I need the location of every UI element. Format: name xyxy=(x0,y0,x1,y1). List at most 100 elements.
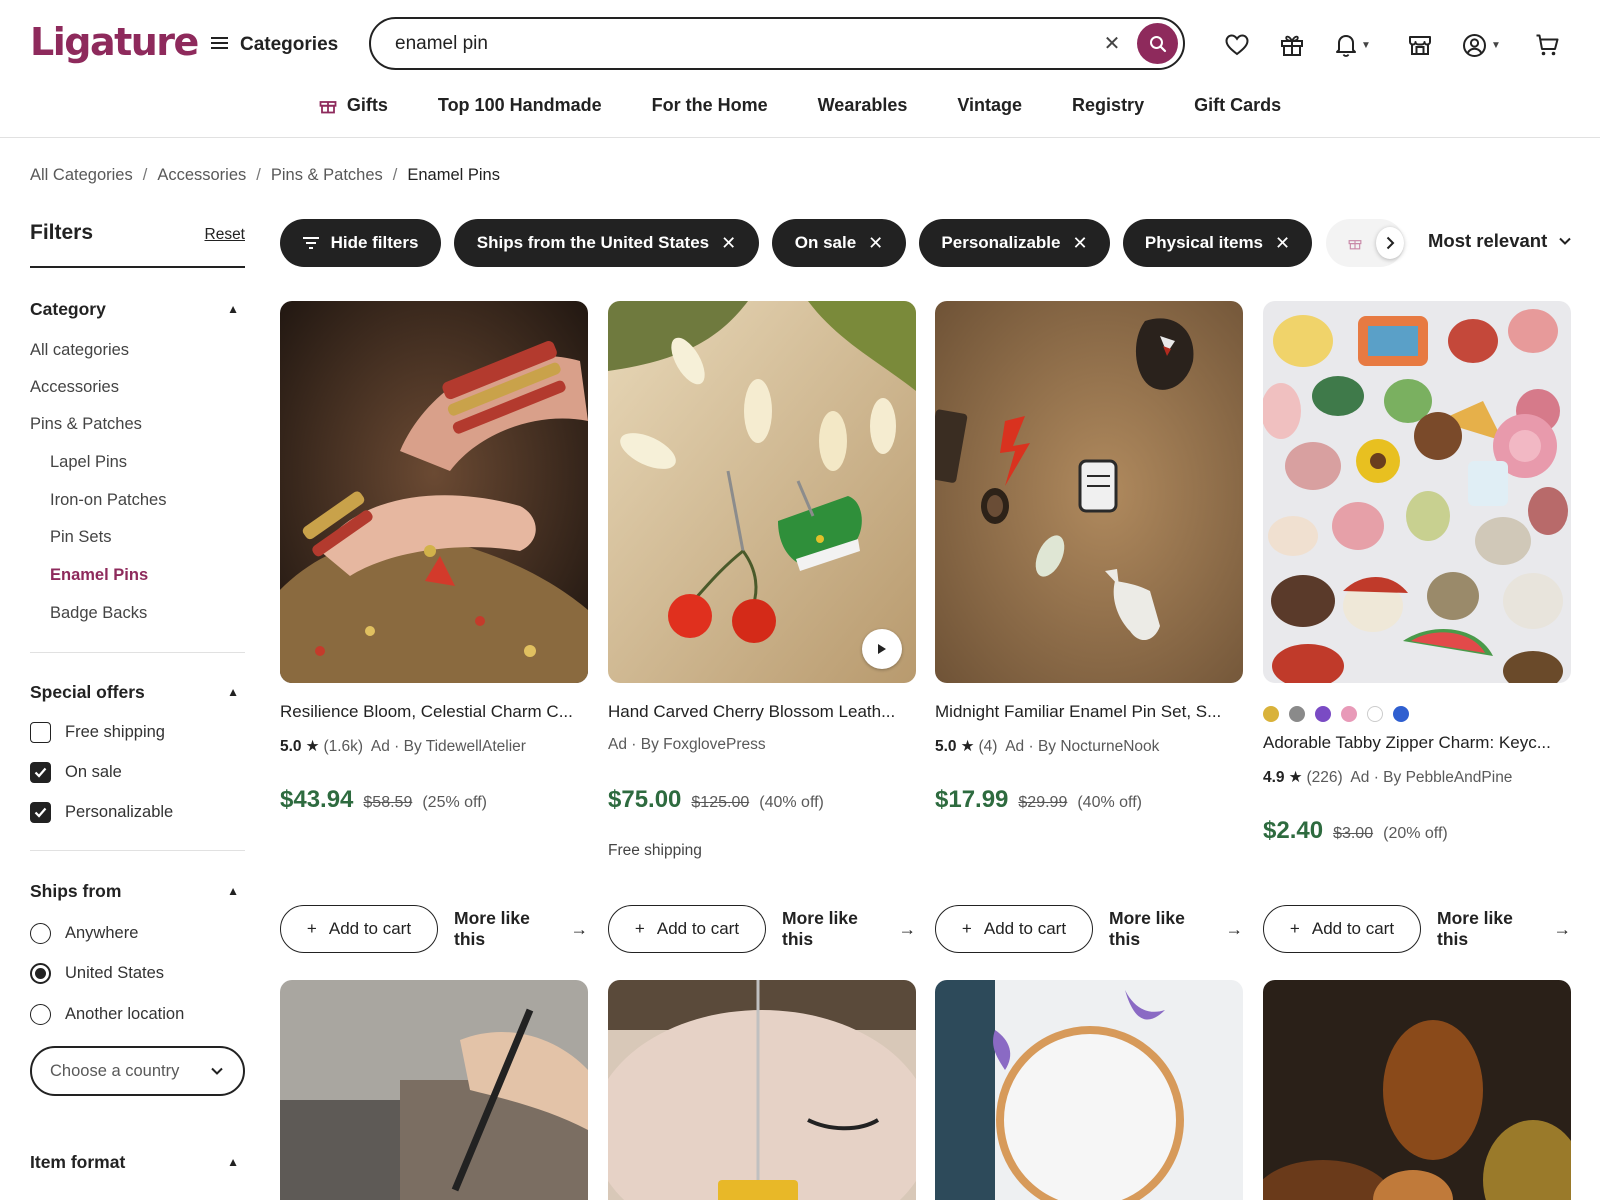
breadcrumb-link[interactable]: Accessories xyxy=(157,166,246,185)
product-seller[interactable]: By NocturneNook xyxy=(1038,738,1159,755)
category-all[interactable]: All categories xyxy=(30,341,129,360)
reset-filters-link[interactable]: Reset xyxy=(205,226,246,244)
category-pin-sets[interactable]: Pin Sets xyxy=(50,528,111,547)
cart-button[interactable] xyxy=(1535,30,1560,60)
account-button[interactable]: ▼ xyxy=(1462,30,1501,60)
nav-vintage[interactable]: Vintage xyxy=(957,90,1022,120)
plus-icon: + xyxy=(1289,919,1300,938)
color-swatch[interactable] xyxy=(1341,706,1357,722)
checkbox-on-sale[interactable]: On sale xyxy=(30,762,122,783)
product-image[interactable] xyxy=(280,301,588,683)
product-seller[interactable]: By TidewellAtelier xyxy=(404,738,526,755)
checkbox-box[interactable] xyxy=(30,802,51,823)
chevron-up-icon[interactable]: ▲ xyxy=(227,685,239,699)
special-offers-title[interactable]: Special offers xyxy=(30,682,145,703)
category-iron-on-patches[interactable]: Iron-on Patches xyxy=(50,491,166,510)
chip-personalizable[interactable]: Personalizable ✕ xyxy=(919,219,1110,267)
product-image[interactable] xyxy=(280,980,588,1200)
item-format-title[interactable]: Item format xyxy=(30,1152,125,1173)
radio-united-states[interactable]: United States xyxy=(30,963,164,984)
more-like-this-link[interactable]: More like this → xyxy=(454,905,588,953)
category-lapel-pins[interactable]: Lapel Pins xyxy=(50,453,127,472)
search-input[interactable]: enamel pin xyxy=(395,33,1099,55)
chevron-right-icon[interactable] xyxy=(1376,227,1404,259)
product-title[interactable]: Hand Carved Cherry Blossom Leath... xyxy=(608,702,916,722)
color-swatch[interactable] xyxy=(1393,706,1409,722)
more-like-this-link[interactable]: More like this → xyxy=(782,905,916,953)
chip-label: Personalizable xyxy=(941,233,1061,252)
product-title[interactable]: Midnight Familiar Enamel Pin Set, S... xyxy=(935,702,1243,722)
product-image[interactable] xyxy=(935,980,1243,1200)
header-divider xyxy=(0,137,1600,138)
chip-physical-items[interactable]: Physical items ✕ xyxy=(1123,219,1312,267)
product-image[interactable] xyxy=(608,980,916,1200)
checkbox-personalizable[interactable]: Personalizable xyxy=(30,802,173,823)
product-seller[interactable]: By FoxglovePress xyxy=(641,736,766,753)
ships-from-title[interactable]: Ships from xyxy=(30,881,121,902)
color-swatch[interactable] xyxy=(1315,706,1331,722)
breadcrumb-link[interactable]: All Categories xyxy=(30,166,133,185)
nav-registry[interactable]: Registry xyxy=(1072,90,1144,120)
nav-gifts[interactable]: Gifts xyxy=(319,90,388,120)
close-icon[interactable]: ✕ xyxy=(1275,233,1290,254)
close-icon[interactable]: ✕ xyxy=(868,233,883,254)
sort-dropdown[interactable]: Most relevant xyxy=(1428,230,1571,252)
chevron-up-icon[interactable]: ▲ xyxy=(227,884,239,898)
color-swatch[interactable] xyxy=(1367,706,1383,722)
product-image[interactable] xyxy=(1263,301,1571,683)
product-image[interactable] xyxy=(1263,980,1571,1200)
play-video-button[interactable] xyxy=(862,629,902,669)
checkbox-free-shipping[interactable]: Free shipping xyxy=(30,722,165,743)
breadcrumb-link[interactable]: Pins & Patches xyxy=(271,166,383,185)
nav-gift-cards[interactable]: Gift Cards xyxy=(1194,90,1281,120)
clear-search-icon[interactable]: ✕ xyxy=(1099,31,1125,57)
more-like-this-link[interactable]: More like this → xyxy=(1109,905,1243,953)
search-button[interactable] xyxy=(1137,23,1178,64)
checkbox-box[interactable] xyxy=(30,722,51,743)
more-like-this-link[interactable]: More like this → xyxy=(1437,905,1571,953)
add-to-cart-button[interactable]: + Add to cart xyxy=(608,905,766,953)
radio-anywhere[interactable]: Anywhere xyxy=(30,923,138,944)
checkbox-box[interactable] xyxy=(30,762,51,783)
radio-circle[interactable] xyxy=(30,1004,51,1025)
discount-percent: (40% off) xyxy=(759,794,824,811)
chevron-up-icon[interactable]: ▲ xyxy=(227,1155,239,1169)
close-icon[interactable]: ✕ xyxy=(721,233,736,254)
product-image[interactable] xyxy=(608,301,916,683)
radio-another-location[interactable]: Another location xyxy=(30,1004,184,1025)
country-select[interactable]: Choose a country xyxy=(30,1046,245,1096)
product-title[interactable]: Adorable Tabby Zipper Charm: Keyc... xyxy=(1263,733,1571,753)
category-section-title[interactable]: Category xyxy=(30,299,106,320)
favorites-button[interactable] xyxy=(1225,30,1249,60)
original-price: $3.00 xyxy=(1333,825,1374,842)
notifications-button[interactable]: ▼ xyxy=(1335,30,1371,60)
hide-filters-button[interactable]: Hide filters xyxy=(280,219,441,267)
shop-manager-button[interactable] xyxy=(1408,30,1432,60)
category-pins-patches[interactable]: Pins & Patches xyxy=(30,415,142,434)
radio-circle[interactable] xyxy=(30,923,51,944)
chip-on-sale[interactable]: On sale ✕ xyxy=(772,219,906,267)
nav-for-the-home[interactable]: For the Home xyxy=(652,90,768,120)
nav-top-100[interactable]: Top 100 Handmade xyxy=(438,90,602,120)
add-to-cart-label: Add to cart xyxy=(1311,919,1395,938)
add-to-cart-button[interactable]: + Add to cart xyxy=(1263,905,1421,953)
color-swatch[interactable] xyxy=(1263,706,1279,722)
chevron-up-icon[interactable]: ▲ xyxy=(227,302,239,316)
category-badge-backs[interactable]: Badge Backs xyxy=(50,604,147,623)
gifts-button[interactable] xyxy=(1280,30,1304,60)
category-accessories[interactable]: Accessories xyxy=(30,378,119,397)
close-icon[interactable]: ✕ xyxy=(1072,233,1087,254)
more-like-this-label: More like this xyxy=(1109,908,1185,949)
site-logo[interactable]: Ligature xyxy=(30,20,199,64)
radio-circle[interactable] xyxy=(30,963,51,984)
chip-ships-from-us[interactable]: Ships from the United States ✕ xyxy=(454,219,759,267)
add-to-cart-button[interactable]: + Add to cart xyxy=(280,905,438,953)
nav-wearables[interactable]: Wearables xyxy=(818,90,908,120)
product-seller[interactable]: By PebbleAndPine xyxy=(1383,769,1512,786)
product-image[interactable] xyxy=(935,301,1243,683)
categories-button[interactable]: Categories xyxy=(211,30,338,60)
add-to-cart-button[interactable]: + Add to cart xyxy=(935,905,1093,953)
product-title[interactable]: Resilience Bloom, Celestial Charm C... xyxy=(280,702,588,722)
color-swatch[interactable] xyxy=(1289,706,1305,722)
category-enamel-pins[interactable]: Enamel Pins xyxy=(50,566,148,585)
